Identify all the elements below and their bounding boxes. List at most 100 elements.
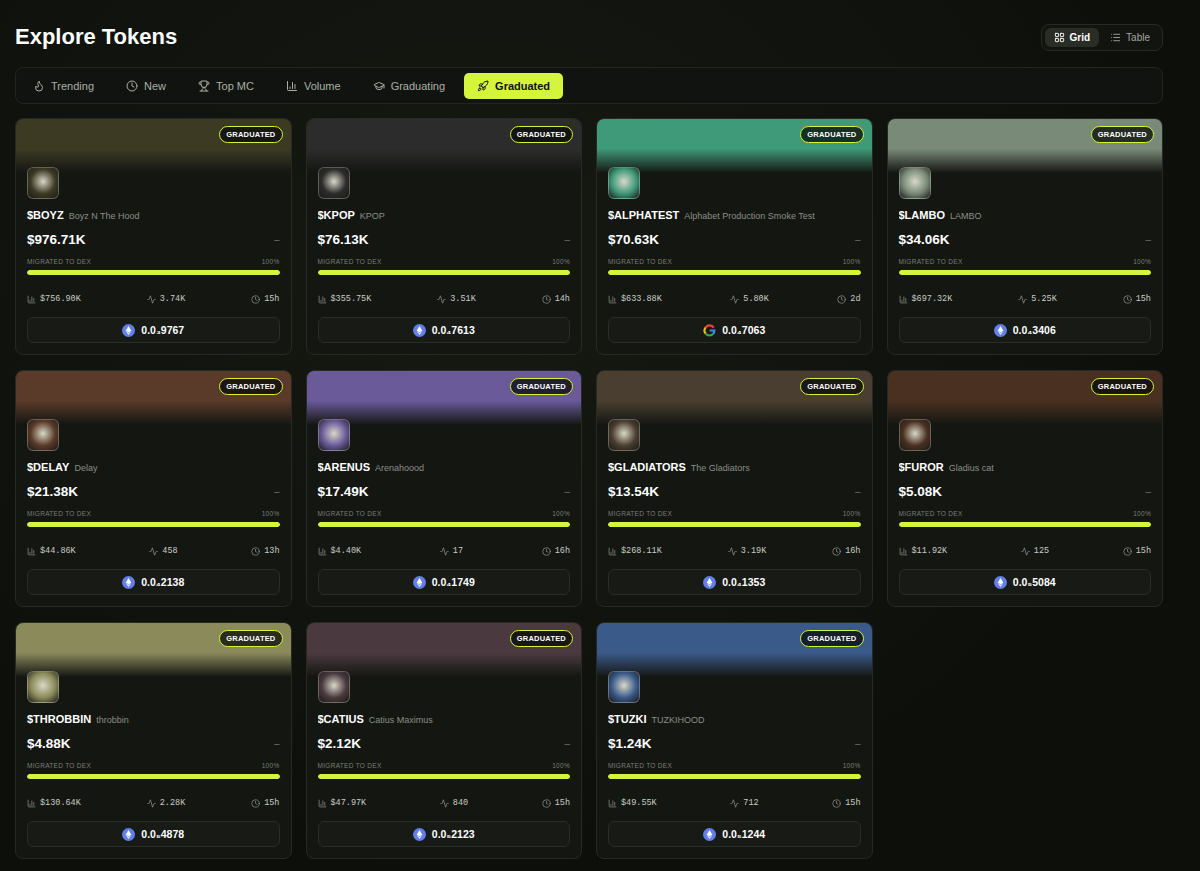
price-button[interactable]: 0.0₄3406 <box>899 317 1152 343</box>
token-card[interactable]: GRADUATED$LAMBOLAMBO$34.06K–MIGRATED TO … <box>887 118 1164 355</box>
progress-fill <box>318 774 571 779</box>
token-card[interactable]: GRADUATED$FURORGladius cat$5.08K–MIGRATE… <box>887 370 1164 607</box>
token-banner: GRADUATED <box>16 119 291 173</box>
clock-icon <box>251 547 260 556</box>
card-body: $CATIUSCatius Maximus$2.12K–MIGRATED TO … <box>307 677 582 858</box>
price-button[interactable]: 0.0₃9767 <box>27 317 280 343</box>
progress-percent: 100% <box>843 762 861 769</box>
progress-label: MIGRATED TO DEX <box>608 762 672 769</box>
token-price: 0.0₄3406 <box>1013 324 1056 336</box>
progress-percent: 100% <box>552 762 570 769</box>
clock-icon <box>542 295 551 304</box>
price-button[interactable]: 0.0₄7063 <box>608 317 861 343</box>
progress-track <box>608 522 861 527</box>
price-button[interactable]: 0.0₄7613 <box>318 317 571 343</box>
clock-icon <box>542 799 551 808</box>
flame-icon <box>33 80 45 92</box>
activity-icon <box>1018 295 1027 304</box>
market-cap-row: $2.12K– <box>318 735 571 752</box>
token-card[interactable]: GRADUATED$THROBBINthrobbin$4.88K–MIGRATE… <box>15 622 292 859</box>
stats-row: $11.92K12515h <box>899 545 1152 557</box>
filter-tab[interactable]: New <box>113 73 179 99</box>
view-toggle-button[interactable]: Grid <box>1045 28 1100 47</box>
token-banner: GRADUATED <box>597 371 872 425</box>
progress-label: MIGRATED TO DEX <box>608 258 672 265</box>
age-stat: 15h <box>1123 546 1151 556</box>
progress-track <box>899 270 1152 275</box>
token-card[interactable]: GRADUATED$TUZKITUZKIHOOD$1.24K–MIGRATED … <box>596 622 873 859</box>
token-card[interactable]: GRADUATED$CATIUSCatius Maximus$2.12K–MIG… <box>306 622 583 859</box>
token-symbol: $CATIUS <box>318 713 364 725</box>
market-cap-row: $34.06K– <box>899 231 1152 248</box>
activity-icon <box>437 295 446 304</box>
price-button[interactable]: 0.0₅4878 <box>27 821 280 847</box>
bar-chart-icon <box>899 295 908 304</box>
txns-stat: 5.25K <box>1018 294 1057 304</box>
progress-fill <box>608 774 861 779</box>
name-row: $CATIUS Catius Maximus <box>318 713 571 727</box>
market-cap: $76.13K <box>318 232 369 247</box>
price-button[interactable]: 0.0₄1353 <box>608 569 861 595</box>
market-cap: $2.12K <box>318 736 362 751</box>
token-card[interactable]: GRADUATED$ARENUSArenahoood$17.49K–MIGRAT… <box>306 370 583 607</box>
token-name: LAMBO <box>950 211 982 221</box>
price-button[interactable]: 0.0₄2138 <box>27 569 280 595</box>
token-card[interactable]: GRADUATED$ALPHATESTAlphabet Production S… <box>596 118 873 355</box>
change-value: – <box>855 234 861 245</box>
card-body: $GLADIATORSThe Gladiators$13.54K–MIGRATE… <box>597 425 872 606</box>
txns-stat: 125 <box>1021 546 1049 556</box>
progress-track <box>608 774 861 779</box>
token-avatar <box>608 671 640 703</box>
clock-icon <box>837 295 846 304</box>
volume-stat: $4.40K <box>318 546 362 556</box>
age-stat: 16h <box>832 546 860 556</box>
filter-tab[interactable]: Volume <box>273 73 354 99</box>
progress-track <box>608 270 861 275</box>
filter-tab[interactable]: Graduated <box>464 73 563 99</box>
token-name: Boyz N The Hood <box>69 211 140 221</box>
price-button[interactable]: 0.0₄1749 <box>318 569 571 595</box>
bar-chart-icon <box>286 80 298 92</box>
ethereum-icon <box>122 828 135 841</box>
progress-label: MIGRATED TO DEX <box>608 510 672 517</box>
view-toggle-button[interactable]: Table <box>1101 28 1159 47</box>
progress-labels: MIGRATED TO DEX100% <box>899 508 1152 518</box>
change-value: – <box>855 738 861 749</box>
progress-labels: MIGRATED TO DEX100% <box>27 256 280 266</box>
price-button[interactable]: 0.0₅1244 <box>608 821 861 847</box>
token-card[interactable]: GRADUATED$KPOPKPOP$76.13K–MIGRATED TO DE… <box>306 118 583 355</box>
market-cap-row: $4.88K– <box>27 735 280 752</box>
token-symbol: $THROBBIN <box>27 713 91 725</box>
progress-percent: 100% <box>843 258 861 265</box>
filter-tab[interactable]: Trending <box>20 73 107 99</box>
market-cap-row: $70.63K– <box>608 231 861 248</box>
clock-icon <box>832 799 841 808</box>
bar-chart-icon <box>27 295 36 304</box>
filter-tab[interactable]: Top MC <box>185 73 267 99</box>
filter-tab[interactable]: Graduating <box>360 73 458 99</box>
progress-labels: MIGRATED TO DEX 100% <box>608 256 861 266</box>
progress-fill <box>27 774 280 779</box>
token-card[interactable]: GRADUATED $GLADIATORSThe Gladiators $13.54… <box>596 370 873 607</box>
card-body: $THROBBINthrobbin$4.88K–MIGRATED TO DEX1… <box>16 677 291 858</box>
name-row: $GLADIATORSThe Gladiators <box>608 461 861 475</box>
token-banner: GRADUATED <box>307 623 582 677</box>
price-button[interactable]: 0.0₅5084 <box>899 569 1152 595</box>
token-banner: GRADUATED <box>16 623 291 677</box>
age-stat: 13h <box>251 546 279 556</box>
market-cap: $13.54K <box>608 484 659 499</box>
stats-row: $44.86K45813h <box>27 545 280 557</box>
status-badge: GRADUATED <box>1091 378 1154 395</box>
price-button[interactable]: 0.0₅2123 <box>318 821 571 847</box>
name-row: $THROBBINthrobbin <box>27 713 280 727</box>
token-card[interactable]: GRADUATED$DELAYDelay$21.38K–MIGRATED TO … <box>15 370 292 607</box>
token-card[interactable]: GRADUATED$BOYZBoyz N The Hood$976.71K–MI… <box>15 118 292 355</box>
activity-icon <box>730 799 739 808</box>
activity-icon <box>728 547 737 556</box>
token-name: Catius Maximus <box>369 715 433 725</box>
progress-fill <box>608 522 861 527</box>
token-symbol: $LAMBO <box>899 209 945 221</box>
token-symbol: $ARENUS <box>318 461 371 473</box>
token-name: Arenahoood <box>375 463 424 473</box>
stats-row: $633.88K5.80K2d <box>608 293 861 305</box>
